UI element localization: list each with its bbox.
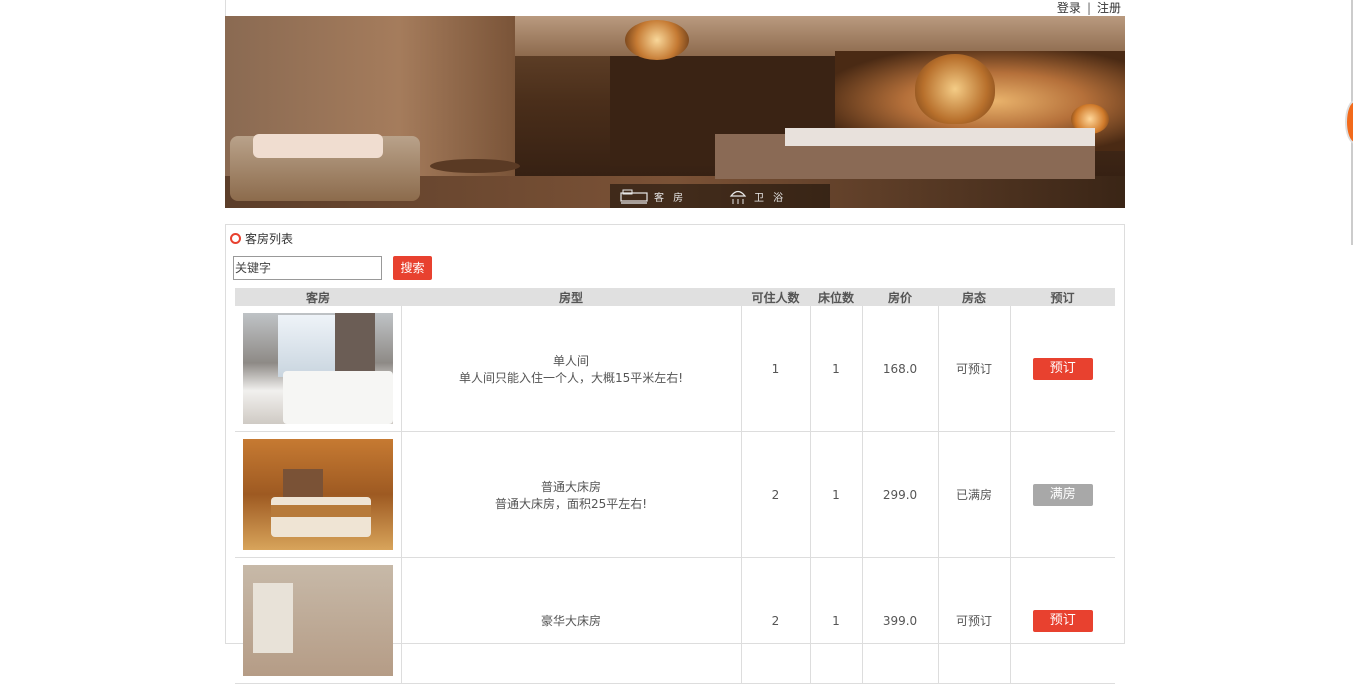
room-type-desc: 普通大床房，面积25平左右! bbox=[494, 496, 648, 511]
col-status: 房态 bbox=[938, 288, 1010, 306]
auth-separator: | bbox=[1086, 1, 1091, 15]
floating-widget-icon[interactable] bbox=[1345, 100, 1353, 144]
table-header-row: 客房 房型 可住人数 床位数 房价 房态 预订 bbox=[235, 288, 1115, 306]
room-image-cell bbox=[235, 431, 402, 558]
col-type: 房型 bbox=[401, 288, 741, 306]
room-type-cell: 豪华大床房 bbox=[401, 557, 742, 684]
room-type-cell: 单人间 单人间只能入住一个人，大概15平米左右! bbox=[401, 306, 742, 432]
room-image[interactable] bbox=[242, 439, 393, 550]
room-table: 客房 房型 可住人数 床位数 房价 房态 预订 单人间 单人间只能入住一个人，大… bbox=[235, 288, 1115, 684]
book-button[interactable]: 预订 bbox=[1032, 357, 1093, 380]
beds-cell: 1 bbox=[810, 431, 863, 558]
register-link[interactable]: 注册 bbox=[1097, 1, 1121, 15]
room-image[interactable] bbox=[242, 313, 393, 424]
panel-title: 客房列表 bbox=[230, 231, 294, 246]
room-type-name: 普通大床房 bbox=[540, 479, 601, 494]
col-capacity: 可住人数 bbox=[741, 288, 810, 306]
room-image-cell bbox=[235, 306, 402, 432]
keyword-input[interactable] bbox=[233, 256, 382, 280]
book-cell: 满房 bbox=[1010, 431, 1115, 558]
price-cell: 168.0 bbox=[862, 306, 939, 432]
shower-icon bbox=[729, 190, 747, 204]
room-type-name: 单人间 bbox=[552, 353, 589, 368]
col-book: 预订 bbox=[1010, 288, 1115, 306]
hero-banner: 客 房 卫 浴 bbox=[225, 16, 1125, 208]
book-cell: 预订 bbox=[1010, 306, 1115, 432]
nav-rooms-label: 客 房 bbox=[654, 192, 687, 204]
circle-icon bbox=[230, 232, 241, 244]
login-link[interactable]: 登录 bbox=[1057, 1, 1081, 15]
search-button[interactable]: 搜索 bbox=[393, 256, 432, 280]
room-image-cell bbox=[235, 557, 402, 684]
banner-cushion bbox=[253, 134, 383, 158]
nav-rooms[interactable]: 客 房 bbox=[620, 184, 686, 208]
banner-bed-sheet bbox=[785, 128, 1095, 146]
table-row: 单人间 单人间只能入住一个人，大概15平米左右! 1 1 168.0 可预订 预… bbox=[235, 306, 1115, 432]
nav-bath[interactable]: 卫 浴 bbox=[728, 184, 786, 208]
col-price: 房价 bbox=[862, 288, 938, 306]
beds-cell: 1 bbox=[810, 306, 863, 432]
book-cell: 预订 bbox=[1010, 557, 1115, 684]
room-type-cell: 普通大床房 普通大床房，面积25平左右! bbox=[401, 431, 742, 558]
bed-icon bbox=[620, 189, 648, 204]
auth-links: 登录 | 注册 bbox=[1057, 0, 1121, 16]
beds-cell: 1 bbox=[810, 557, 863, 684]
banner-coffee-table bbox=[430, 159, 520, 173]
capacity-cell: 1 bbox=[741, 306, 811, 432]
room-type-desc: 单人间只能入住一个人，大概15平米左右! bbox=[458, 370, 684, 385]
room-list-panel: 客房列表 搜索 客房 房型 可住人数 床位数 房价 房态 预订 bbox=[225, 224, 1125, 684]
panel-title-text: 客房列表 bbox=[245, 231, 294, 246]
table-row: 普通大床房 普通大床房，面积25平左右! 2 1 299.0 已满房 满房 bbox=[235, 431, 1115, 558]
banner-pendant-lamp bbox=[625, 20, 689, 60]
capacity-cell: 2 bbox=[741, 557, 811, 684]
col-room: 客房 bbox=[235, 288, 401, 306]
status-cell: 可预订 bbox=[938, 306, 1011, 432]
table-row: 豪华大床房 2 1 399.0 可预订 预订 bbox=[235, 557, 1115, 684]
col-beds: 床位数 bbox=[810, 288, 862, 306]
nav-bath-label: 卫 浴 bbox=[754, 192, 787, 204]
full-button[interactable]: 满房 bbox=[1032, 483, 1093, 506]
room-type-name: 豪华大床房 bbox=[540, 614, 601, 628]
price-cell: 299.0 bbox=[862, 431, 939, 558]
book-button[interactable]: 预订 bbox=[1032, 609, 1093, 632]
top-bar: 登录 | 注册 bbox=[225, 0, 1125, 16]
capacity-cell: 2 bbox=[741, 431, 811, 558]
banner-leaf-ornament bbox=[915, 54, 995, 124]
status-cell: 已满房 bbox=[938, 431, 1011, 558]
price-cell: 399.0 bbox=[862, 557, 939, 684]
room-image[interactable] bbox=[242, 565, 393, 676]
status-cell: 可预订 bbox=[938, 557, 1011, 684]
